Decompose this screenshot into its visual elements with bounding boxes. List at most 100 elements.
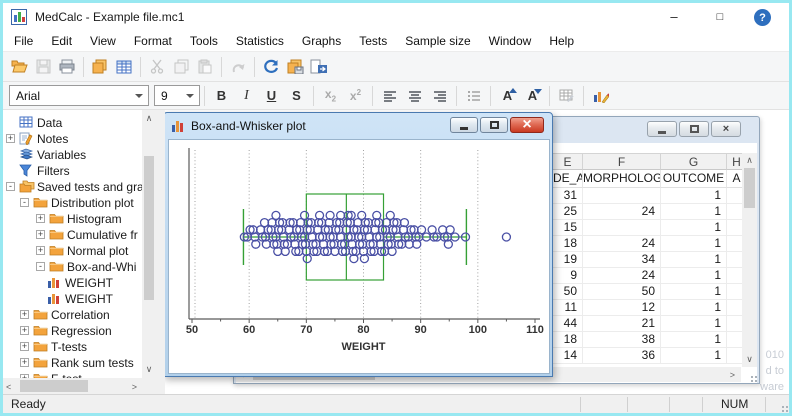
minimize-button[interactable]	[450, 117, 478, 133]
data-cell[interactable]: 1	[661, 348, 727, 364]
maximize-button[interactable]	[679, 121, 709, 137]
menu-tools[interactable]: Tools	[181, 30, 227, 52]
variable-name-cell[interactable]: OUTCOME	[661, 170, 727, 188]
save-graph-button[interactable]	[283, 55, 307, 79]
data-cell[interactable]: 1	[661, 268, 727, 284]
scroll-right-icon[interactable]: >	[132, 382, 137, 392]
scroll-right-icon[interactable]: >	[730, 370, 735, 380]
data-cell[interactable]: 24	[583, 204, 661, 220]
grow-font-button[interactable]: A	[495, 85, 520, 107]
resize-grip[interactable]	[782, 406, 784, 408]
collapse-icon[interactable]: -	[6, 182, 15, 191]
sidebar-item-histogram[interactable]: +Histogram	[3, 211, 142, 227]
sidebar-item-weight[interactable]: WEIGHT	[3, 275, 142, 291]
panel-splitter[interactable]	[156, 110, 165, 394]
menu-format[interactable]: Format	[125, 30, 181, 52]
data-cell[interactable]: 50	[583, 284, 661, 300]
scroll-up-icon[interactable]: ∧	[142, 113, 156, 124]
copy-graph-button[interactable]	[88, 55, 112, 79]
scrollbar-thumb[interactable]	[744, 168, 755, 208]
minimize-button[interactable]: –	[651, 3, 697, 30]
sidebar-item-regression[interactable]: +Regression	[3, 323, 142, 339]
expand-icon[interactable]: +	[36, 246, 45, 255]
help-button[interactable]: ?	[754, 9, 771, 26]
sheet-vertical-scrollbar[interactable]: ∧ ∨	[742, 153, 757, 367]
data-cell[interactable]: 1	[661, 300, 727, 316]
data-cell[interactable]: 31	[553, 188, 583, 204]
data-cell[interactable]: 50	[553, 284, 583, 300]
close-button[interactable]: ×	[510, 117, 544, 133]
align-right-button[interactable]	[427, 85, 452, 107]
data-cell[interactable]: 34	[583, 252, 661, 268]
scroll-down-icon[interactable]: ∨	[142, 364, 156, 375]
resize-grip[interactable]	[751, 376, 753, 378]
maximize-button[interactable]: □	[697, 3, 743, 30]
sidebar-item-data[interactable]: Data	[3, 115, 142, 131]
expand-icon[interactable]: +	[36, 214, 45, 223]
export-button[interactable]	[307, 55, 331, 79]
data-cell[interactable]	[583, 220, 661, 236]
scroll-up-icon[interactable]: ∧	[742, 155, 757, 166]
data-cell[interactable]: 21	[583, 316, 661, 332]
data-cell[interactable]: 1	[661, 236, 727, 252]
underline-button[interactable]: U	[259, 85, 284, 107]
bold-button[interactable]: B	[209, 85, 234, 107]
sidebar-item-weight[interactable]: WEIGHT	[3, 291, 142, 307]
expand-icon[interactable]: +	[20, 342, 29, 351]
data-cell[interactable]: 14	[553, 348, 583, 364]
menu-sample-size[interactable]: Sample size	[396, 30, 479, 52]
data-cell[interactable]: 9	[553, 268, 583, 284]
data-cell[interactable]	[583, 188, 661, 204]
sidebar-item-filters[interactable]: Filters	[3, 163, 142, 179]
data-cell[interactable]: 18	[553, 236, 583, 252]
print-button[interactable]	[55, 55, 79, 79]
variable-name-cell[interactable]: MORPHOLOGY	[583, 170, 661, 188]
data-cell[interactable]: 1	[661, 204, 727, 220]
data-cell[interactable]: 1	[661, 284, 727, 300]
sidebar-item-distribution-plot[interactable]: -Distribution plot	[3, 195, 142, 211]
scrollbar-thumb[interactable]	[144, 156, 154, 300]
data-cell[interactable]: 1	[661, 220, 727, 236]
expand-icon[interactable]: +	[20, 326, 29, 335]
tree-horizontal-scrollbar[interactable]: < >	[3, 378, 142, 394]
data-cell[interactable]: 18	[553, 332, 583, 348]
data-cell[interactable]: 1	[661, 188, 727, 204]
menu-edit[interactable]: Edit	[42, 30, 81, 52]
menu-file[interactable]: File	[5, 30, 42, 52]
scrollbar-thumb[interactable]	[20, 380, 88, 392]
data-cell[interactable]: 44	[553, 316, 583, 332]
font-family-select[interactable]: Arial	[9, 85, 149, 106]
data-cell[interactable]: 36	[583, 348, 661, 364]
expand-icon[interactable]: +	[6, 134, 15, 143]
scroll-down-icon[interactable]: ∨	[742, 354, 757, 365]
data-cell[interactable]: 11	[553, 300, 583, 316]
tree-vertical-scrollbar[interactable]: ∧ ∨	[142, 110, 156, 378]
menu-statistics[interactable]: Statistics	[227, 30, 293, 52]
open-button[interactable]	[7, 55, 31, 79]
plot-title-bar[interactable]: Box-and-Whisker plot ×	[165, 113, 552, 139]
font-size-select[interactable]: 9	[154, 85, 200, 106]
collapse-icon[interactable]: -	[36, 262, 45, 271]
chart-options-button[interactable]	[588, 85, 613, 107]
data-cell[interactable]: 24	[583, 236, 661, 252]
column-header[interactable]: G	[661, 153, 727, 170]
maximize-button[interactable]	[480, 117, 508, 133]
menu-graphs[interactable]: Graphs	[293, 30, 350, 52]
data-cell[interactable]: 15	[553, 220, 583, 236]
scroll-left-icon[interactable]: <	[6, 382, 11, 392]
spreadsheet-button[interactable]	[112, 55, 136, 79]
sidebar-item-cumulative-fr[interactable]: +Cumulative fr	[3, 227, 142, 243]
data-cell[interactable]: 38	[583, 332, 661, 348]
expand-icon[interactable]: +	[36, 230, 45, 239]
data-cell[interactable]: 24	[583, 268, 661, 284]
data-cell[interactable]: 1	[661, 252, 727, 268]
shrink-font-button[interactable]: A	[520, 85, 545, 107]
expand-icon[interactable]: +	[20, 310, 29, 319]
column-header[interactable]: F	[583, 153, 661, 170]
menu-window[interactable]: Window	[480, 30, 541, 52]
data-cell[interactable]: 12	[583, 300, 661, 316]
sidebar-item-f-test[interactable]: +F-test	[3, 371, 142, 378]
sidebar-item-normal-plot[interactable]: +Normal plot	[3, 243, 142, 259]
sidebar-item-saved-tests-and-grap[interactable]: -Saved tests and grap	[3, 179, 142, 195]
italic-button[interactable]: I	[234, 85, 259, 107]
